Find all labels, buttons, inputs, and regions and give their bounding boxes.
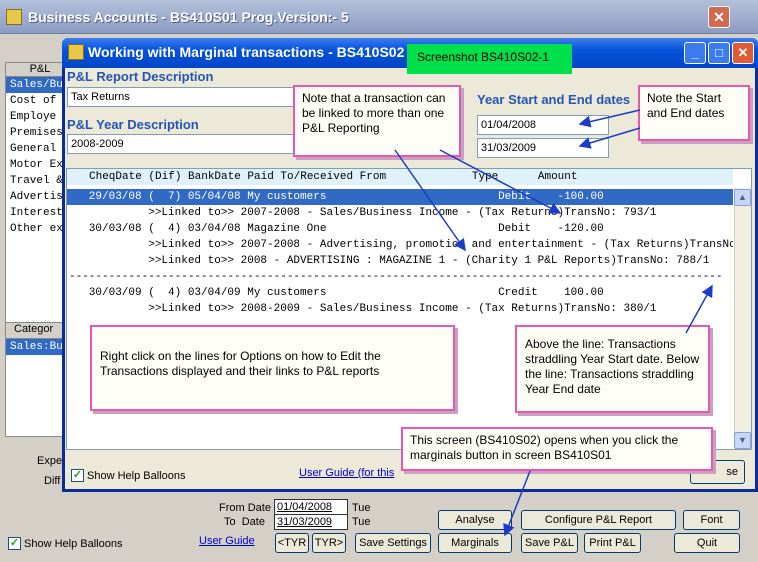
- arrow-to-second-link: [394, 149, 466, 252]
- arrow-to-first-link: [439, 149, 562, 214]
- arrow-to-marginals-button: [503, 470, 531, 537]
- arrow-to-separator: [685, 284, 713, 334]
- callout-arrows: [394, 109, 713, 537]
- arrow-to-year-start: [578, 109, 641, 128]
- arrow-to-year-end: [578, 127, 641, 149]
